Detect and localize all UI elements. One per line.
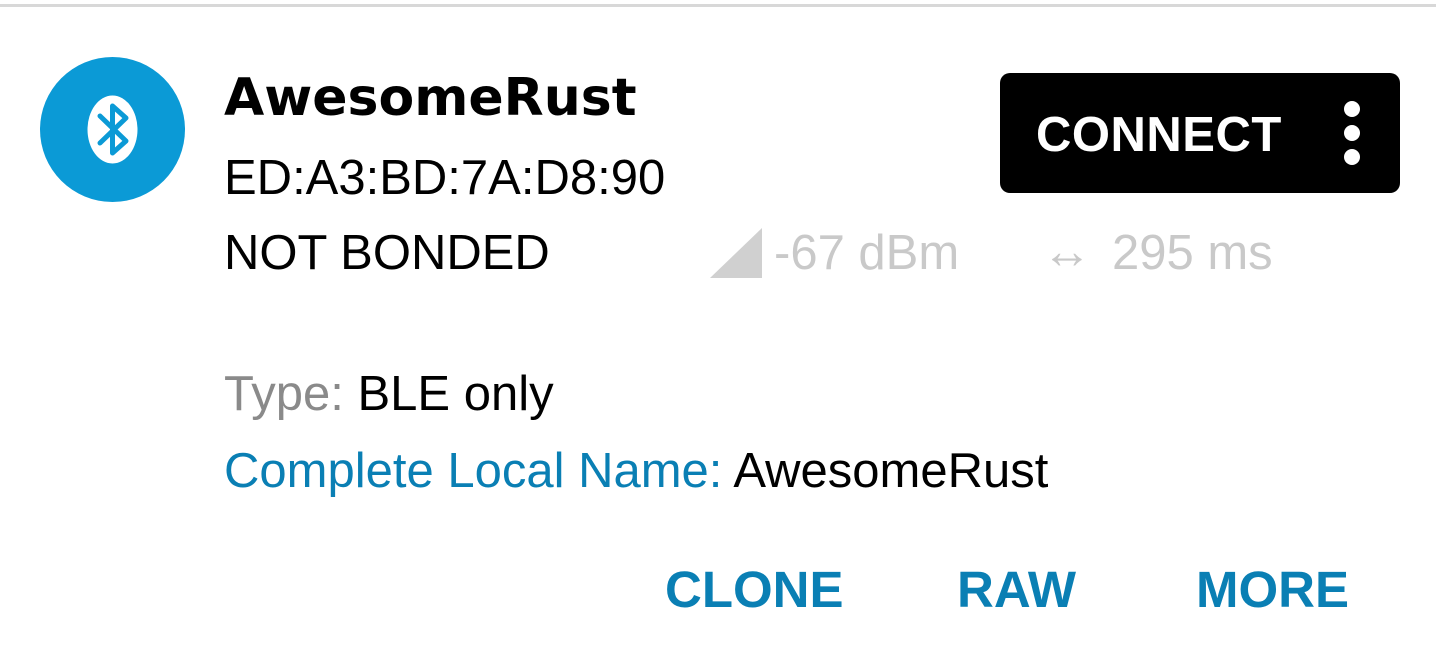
- device-name: AwesomeRust: [224, 68, 637, 128]
- rssi-value: -67 dBm: [774, 226, 960, 280]
- connect-button[interactable]: CONNECT: [1000, 73, 1400, 193]
- clone-button[interactable]: CLONE: [665, 560, 844, 619]
- complete-local-name-label: Complete Local Name:: [224, 444, 723, 498]
- signal-strength-icon: [710, 228, 762, 278]
- advertising-interval: 295 ms: [1112, 226, 1273, 280]
- bluetooth-icon: [87, 95, 138, 164]
- left-right-arrow-icon: ↔: [1042, 223, 1092, 279]
- bond-state: NOT BONDED: [224, 226, 550, 280]
- device-avatar: [40, 57, 185, 202]
- connect-button-label: CONNECT: [1036, 108, 1282, 162]
- type-label: Type:: [224, 367, 344, 421]
- type-row: Type: BLE only: [224, 366, 554, 422]
- raw-button[interactable]: RAW: [957, 560, 1076, 619]
- more-button[interactable]: MORE: [1196, 560, 1349, 619]
- complete-local-name-row: Complete Local Name: AwesomeRust: [224, 443, 1048, 499]
- device-address: ED:A3:BD:7A:D8:90: [224, 151, 666, 205]
- more-vert-icon[interactable]: [1320, 93, 1386, 173]
- complete-local-name-value: AwesomeRust: [733, 444, 1049, 498]
- top-divider: [0, 4, 1436, 7]
- type-value: BLE only: [357, 367, 554, 421]
